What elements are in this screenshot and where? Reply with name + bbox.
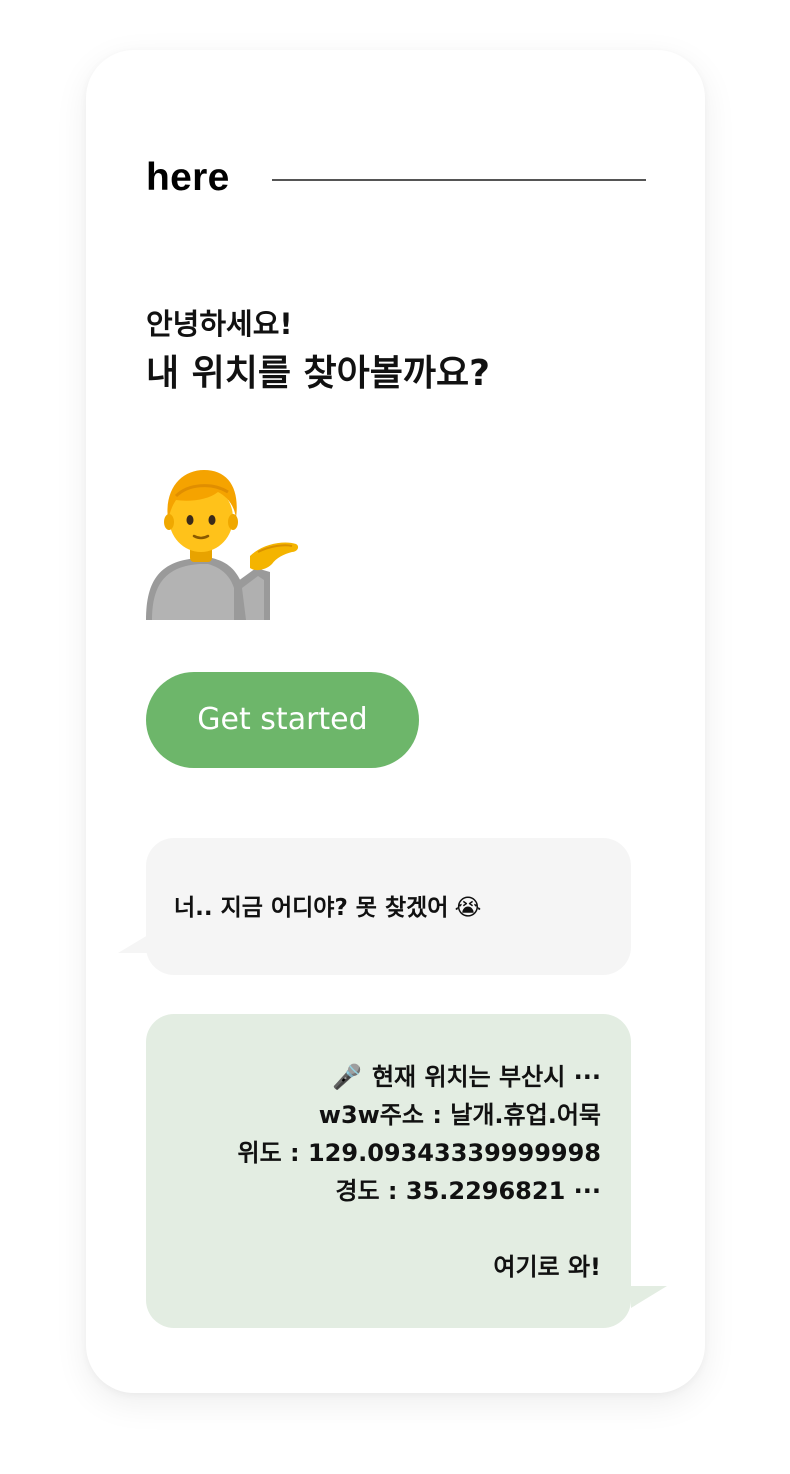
brand-logo: here	[146, 156, 230, 199]
outgoing-message-bubble: 🎤 현재 위치는 부산시 ··· w3w주소 : 날개.휴업.어묵 위도 : 12…	[146, 1014, 667, 1328]
reply-come-here: 여기로 와!	[493, 1253, 601, 1281]
header-divider	[272, 179, 646, 181]
incoming-message-text: 너.. 지금 어디야? 못 찾겠어	[174, 895, 449, 921]
loudly-crying-face-icon: 😭	[454, 895, 482, 921]
reply-longitude: 경도 : 35.2296821 ···	[335, 1177, 601, 1205]
incoming-message: 너.. 지금 어디야? 못 찾겠어 😭	[174, 888, 481, 928]
reply-line-current-location: 🎤 현재 위치는 부산시 ···	[238, 1058, 601, 1096]
location-reply: 🎤 현재 위치는 부산시 ··· w3w주소 : 날개.휴업.어묵 위도 : 12…	[238, 1058, 601, 1286]
microphone-icon: 🎤	[332, 1063, 362, 1091]
reply-spacer	[238, 1210, 601, 1248]
greeting-hello: 안녕하세요!	[146, 307, 293, 341]
person-tipping-hand-icon	[138, 460, 308, 620]
get-started-button[interactable]: Get started	[146, 672, 419, 768]
incoming-message-bubble: 너.. 지금 어디야? 못 찾겠어 😭	[118, 838, 631, 975]
app-card: here 안녕하세요! 내 위치를 찾아볼까요? Get started 너..…	[86, 50, 705, 1393]
greeting-question: 내 위치를 찾아볼까요?	[146, 353, 491, 394]
bubble-tail	[118, 935, 148, 953]
reply-w3w-address: w3w주소 : 날개.휴업.어묵	[318, 1101, 601, 1129]
bubble-tail	[631, 1286, 667, 1308]
greeting: 안녕하세요! 내 위치를 찾아볼까요?	[146, 304, 490, 402]
reply-current-location-text: 현재 위치는 부산시 ···	[371, 1063, 601, 1091]
reply-latitude: 위도 : 129.09343339999998	[237, 1139, 601, 1167]
app-header: here	[146, 152, 646, 204]
